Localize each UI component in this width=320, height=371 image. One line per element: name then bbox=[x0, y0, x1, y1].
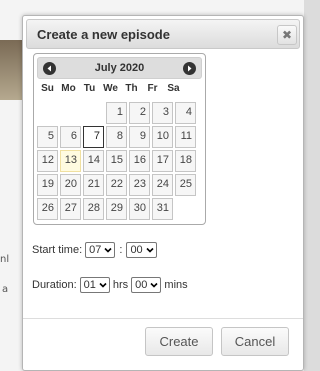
weekday-label: Su bbox=[41, 83, 54, 94]
close-button[interactable]: ✖ bbox=[277, 25, 297, 45]
calendar-day[interactable]: 26 bbox=[37, 198, 58, 220]
start-hour-select[interactable]: 07 bbox=[85, 242, 116, 258]
calendar-day[interactable]: 23 bbox=[129, 174, 150, 196]
empty-day-cell bbox=[37, 102, 58, 124]
chevron-down-icon bbox=[104, 244, 112, 256]
chevron-right-icon[interactable] bbox=[183, 62, 196, 75]
calendar-day[interactable]: 31 bbox=[152, 198, 173, 220]
calendar-day[interactable]: 27 bbox=[60, 198, 81, 220]
calendar-day[interactable]: 22 bbox=[106, 174, 127, 196]
calendar-day[interactable]: 8 bbox=[106, 126, 127, 148]
calendar-day[interactable]: 2 bbox=[129, 102, 150, 124]
calendar-day[interactable]: 10 bbox=[152, 126, 173, 148]
start-hour-value: 07 bbox=[89, 244, 102, 256]
background-text-fragment: nl bbox=[0, 254, 10, 265]
month-label: July 2020 bbox=[94, 62, 145, 74]
calendar-day[interactable]: 30 bbox=[129, 198, 150, 220]
chevron-down-icon bbox=[99, 279, 107, 291]
calendar-day[interactable]: 15 bbox=[106, 150, 127, 172]
calendar-day[interactable]: 24 bbox=[152, 174, 173, 196]
calendar-day[interactable]: 4 bbox=[175, 102, 196, 124]
start-time-row: Start time: 07 : 00 bbox=[32, 242, 160, 258]
calendar-day[interactable]: 7 bbox=[83, 126, 104, 148]
duration-row: Duration: 01 hrs 00 mins bbox=[32, 277, 188, 293]
duration-label: Duration: bbox=[32, 279, 77, 291]
datepicker: July 2020 Su Mo Tu We Th Fr Sa 1 2 3 4 5 6 7 8 9 10 11 12… bbox=[33, 53, 206, 225]
calendar-day-grid: 1 2 3 4 5 6 7 8 9 10 11 12 13 14 15 16 17 18 19 20 21 22 23 24 2… bbox=[37, 102, 202, 220]
calendar-day[interactable]: 17 bbox=[152, 150, 173, 172]
time-separator: : bbox=[119, 244, 123, 256]
chevron-down-icon bbox=[146, 244, 154, 256]
background-image-strip bbox=[0, 40, 22, 100]
calendar-day[interactable]: 21 bbox=[83, 174, 104, 196]
create-episode-dialog: Create a new episode ✖ July 2020 Su Mo Tu W… bbox=[22, 15, 304, 371]
calendar-day[interactable]: 9 bbox=[129, 126, 150, 148]
empty-day-cell bbox=[83, 102, 104, 124]
calendar-day[interactable]: 14 bbox=[83, 150, 104, 172]
calendar-day[interactable]: 1 bbox=[106, 102, 127, 124]
calendar-day[interactable]: 25 bbox=[175, 174, 196, 196]
calendar-day[interactable]: 12 bbox=[37, 150, 58, 172]
calendar-day[interactable]: 29 bbox=[106, 198, 127, 220]
calendar-day[interactable]: 28 bbox=[83, 198, 104, 220]
duration-minutes-value: 00 bbox=[135, 279, 148, 291]
close-icon: ✖ bbox=[281, 28, 293, 42]
calendar-day[interactable]: 16 bbox=[129, 150, 150, 172]
dialog-title: Create a new episode bbox=[37, 27, 170, 42]
background-text-fragment: a bbox=[2, 284, 9, 295]
calendar-day[interactable]: 13 bbox=[60, 150, 81, 172]
create-button[interactable]: Create bbox=[145, 327, 213, 356]
calendar-day[interactable]: 18 bbox=[175, 150, 196, 172]
calendar-day[interactable]: 11 bbox=[175, 126, 196, 148]
calendar-day[interactable]: 6 bbox=[60, 126, 81, 148]
calendar-day[interactable]: 3 bbox=[152, 102, 173, 124]
calendar-day[interactable]: 19 bbox=[37, 174, 58, 196]
weekday-header-row: Su Mo Tu We Th Fr Sa bbox=[37, 83, 202, 99]
chevron-down-icon bbox=[150, 279, 158, 291]
duration-hours-value: 01 bbox=[83, 279, 96, 291]
duration-minutes-select[interactable]: 00 bbox=[131, 277, 162, 293]
minutes-unit-label: mins bbox=[164, 279, 188, 291]
weekday-label: We bbox=[103, 83, 118, 94]
calendar-day[interactable]: 5 bbox=[37, 126, 58, 148]
calendar-day[interactable]: 20 bbox=[60, 174, 81, 196]
start-minute-value: 00 bbox=[130, 244, 143, 256]
start-time-label: Start time: bbox=[32, 244, 83, 256]
weekday-label: Tu bbox=[83, 83, 96, 94]
empty-day-cell bbox=[60, 102, 81, 124]
weekday-label: Mo bbox=[61, 83, 76, 94]
cancel-button[interactable]: Cancel bbox=[221, 327, 289, 356]
hours-unit-label: hrs bbox=[112, 279, 129, 291]
datepicker-header: July 2020 bbox=[37, 57, 202, 79]
weekday-label: Fr bbox=[147, 83, 158, 94]
duration-hours-select[interactable]: 01 bbox=[79, 277, 110, 293]
start-minute-select[interactable]: 00 bbox=[126, 242, 157, 258]
footer-divider bbox=[23, 318, 303, 319]
dialog-titlebar[interactable]: Create a new episode ✖ bbox=[26, 19, 300, 49]
weekday-label: Th bbox=[125, 83, 138, 94]
weekday-label: Sa bbox=[167, 83, 180, 94]
